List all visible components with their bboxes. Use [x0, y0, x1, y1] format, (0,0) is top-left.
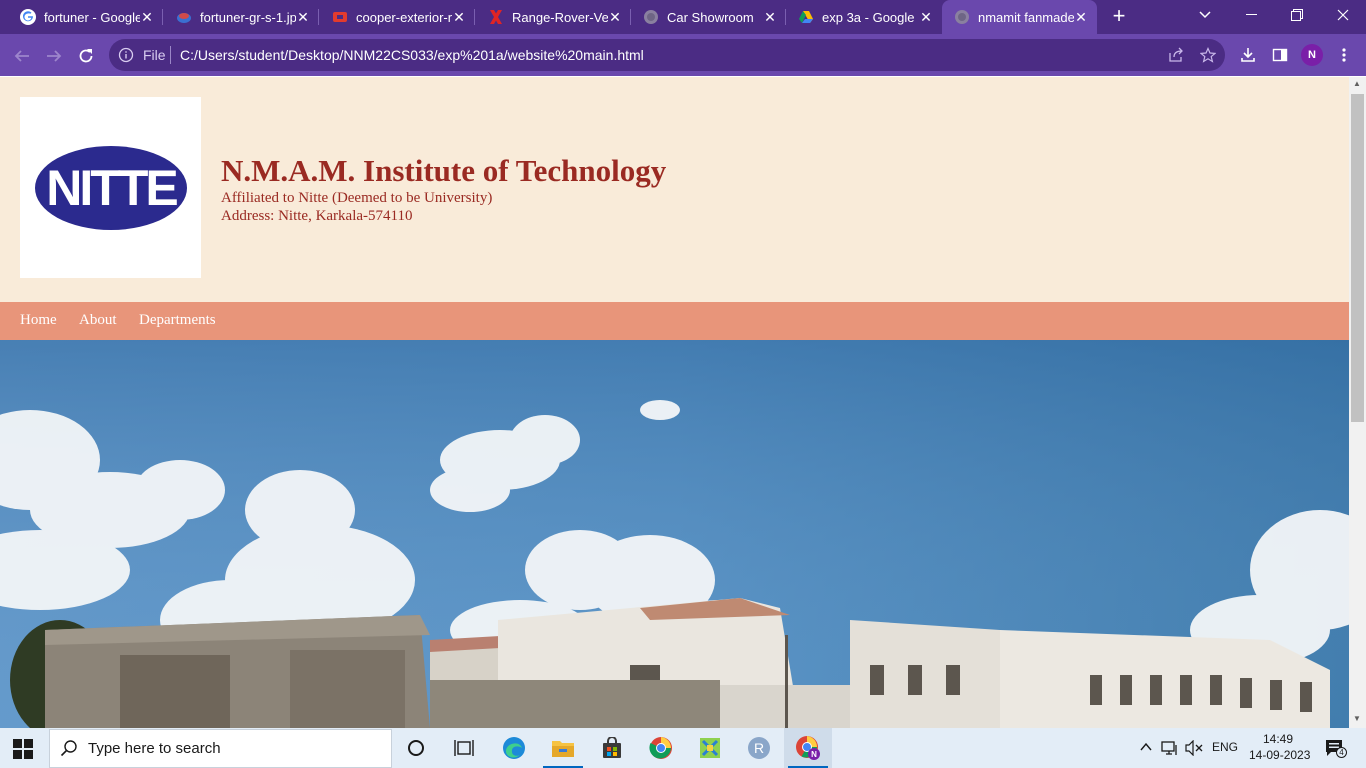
tab-title: exp 3a - Google [ [822, 9, 918, 25]
tab-title: Car Showroom [667, 9, 754, 25]
clock-date[interactable]: 14-09-2023 [1249, 748, 1310, 762]
bookmark-star-icon[interactable] [1198, 45, 1218, 65]
browser-tab-active[interactable]: nmamit fanmade ✕ [942, 0, 1097, 34]
svg-text:R: R [754, 740, 764, 756]
image-favicon [176, 9, 192, 25]
info-icon[interactable] [118, 47, 134, 63]
close-window-button[interactable] [1320, 0, 1366, 30]
address-divider [170, 46, 171, 64]
scroll-down-icon[interactable]: ▼ [1352, 715, 1362, 723]
side-panel-icon[interactable] [1270, 45, 1290, 65]
browser-tab[interactable]: fortuner - Google ✕ [0, 0, 163, 34]
taskbar-search-placeholder: Type here to search [88, 740, 221, 757]
reload-icon[interactable] [74, 44, 98, 68]
edge-browser-icon[interactable] [490, 728, 538, 768]
chrome-icon[interactable] [637, 728, 685, 768]
restore-button[interactable] [1274, 0, 1320, 30]
cortana-icon[interactable] [392, 728, 440, 768]
close-tab-icon[interactable]: ✕ [918, 9, 934, 25]
close-tab-icon[interactable]: ✕ [607, 9, 623, 25]
page-title: N.M.A.M. Institute of Technology [221, 153, 667, 188]
close-tab-icon[interactable]: ✕ [139, 9, 155, 25]
clock-time[interactable]: 14:49 [1263, 732, 1293, 746]
globe-icon [954, 9, 970, 25]
globe-icon [643, 9, 659, 25]
nav-departments-link[interactable]: Departments [139, 312, 216, 329]
new-tab-button[interactable]: + [1108, 5, 1130, 27]
tab-title: fortuner - Google [44, 9, 140, 25]
chrome-profile-icon[interactable]: N [784, 728, 832, 768]
browser-tab[interactable]: Range-Rover-Vel ✕ [475, 0, 631, 34]
forward-arrow-icon[interactable] [42, 44, 66, 68]
language-indicator[interactable]: ENG [1212, 740, 1238, 754]
profile-avatar[interactable]: N [1301, 44, 1323, 66]
network-icon[interactable] [1161, 740, 1179, 756]
tab-title: cooper-exterior-r [356, 9, 452, 25]
task-view-icon[interactable] [440, 728, 488, 768]
tab-title: Range-Rover-Vel [512, 9, 608, 25]
r-app-icon[interactable]: R [735, 728, 783, 768]
logo-wordmark: NITTE [46, 160, 177, 216]
video-favicon [332, 9, 348, 25]
windows-start-icon[interactable] [13, 739, 33, 759]
download-icon[interactable] [1238, 45, 1258, 65]
google-icon [20, 9, 36, 25]
site-header: NITTE N.M.A.M. Institute of Technology A… [0, 77, 1349, 302]
nitte-logo: NITTE [20, 97, 201, 278]
share-icon[interactable] [1166, 45, 1186, 65]
address-scheme-label: File [143, 47, 166, 63]
nav-home-link[interactable]: Home [20, 312, 57, 329]
store-icon[interactable] [588, 728, 636, 768]
tab-title: nmamit fanmade [978, 9, 1074, 25]
svg-text:N: N [811, 750, 817, 759]
scrollbar-thumb[interactable] [1351, 94, 1364, 422]
minimize-button[interactable] [1228, 0, 1274, 30]
search-icon [60, 739, 78, 757]
scroll-up-icon[interactable]: ▲ [1352, 80, 1362, 88]
page-viewport: NITTE N.M.A.M. Institute of Technology A… [0, 77, 1349, 728]
file-explorer-icon[interactable] [539, 728, 587, 768]
crossword-app-icon[interactable] [686, 728, 734, 768]
volume-muted-icon[interactable] [1185, 739, 1203, 757]
notification-badge: 4 [1336, 747, 1347, 758]
browser-tab[interactable]: cooper-exterior-r ✕ [319, 0, 475, 34]
tab-search-icon[interactable] [1182, 0, 1228, 30]
browser-tab[interactable]: fortuner-gr-s-1.jp ✕ [163, 0, 319, 34]
drive-icon [798, 9, 814, 25]
tab-title: fortuner-gr-s-1.jp [200, 9, 296, 25]
back-arrow-icon[interactable] [10, 44, 34, 68]
nav-about-link[interactable]: About [79, 312, 117, 329]
campus-hero-image [0, 340, 1349, 728]
close-tab-icon[interactable]: ✕ [451, 9, 467, 25]
site-nav: Home About Departments [0, 302, 1349, 340]
notification-center-icon[interactable]: 4 [1325, 739, 1347, 759]
x-favicon [488, 9, 504, 25]
chevron-up-icon[interactable] [1139, 740, 1153, 754]
affiliation-text: Affiliated to Nitte (Deemed to be Univer… [221, 190, 493, 206]
close-tab-icon[interactable]: ✕ [295, 9, 311, 25]
address-text: Address: Nitte, Karkala-574110 [221, 208, 413, 224]
url-text[interactable]: C:/Users/student/Desktop/NNM22CS033/exp%… [180, 47, 644, 63]
menu-kebab-icon[interactable] [1334, 45, 1354, 65]
close-tab-icon[interactable]: ✕ [762, 9, 778, 25]
browser-tab[interactable]: exp 3a - Google [ ✕ [786, 0, 942, 34]
close-tab-icon[interactable]: ✕ [1073, 9, 1089, 25]
browser-tab[interactable]: Car Showroom ✕ [631, 0, 786, 34]
